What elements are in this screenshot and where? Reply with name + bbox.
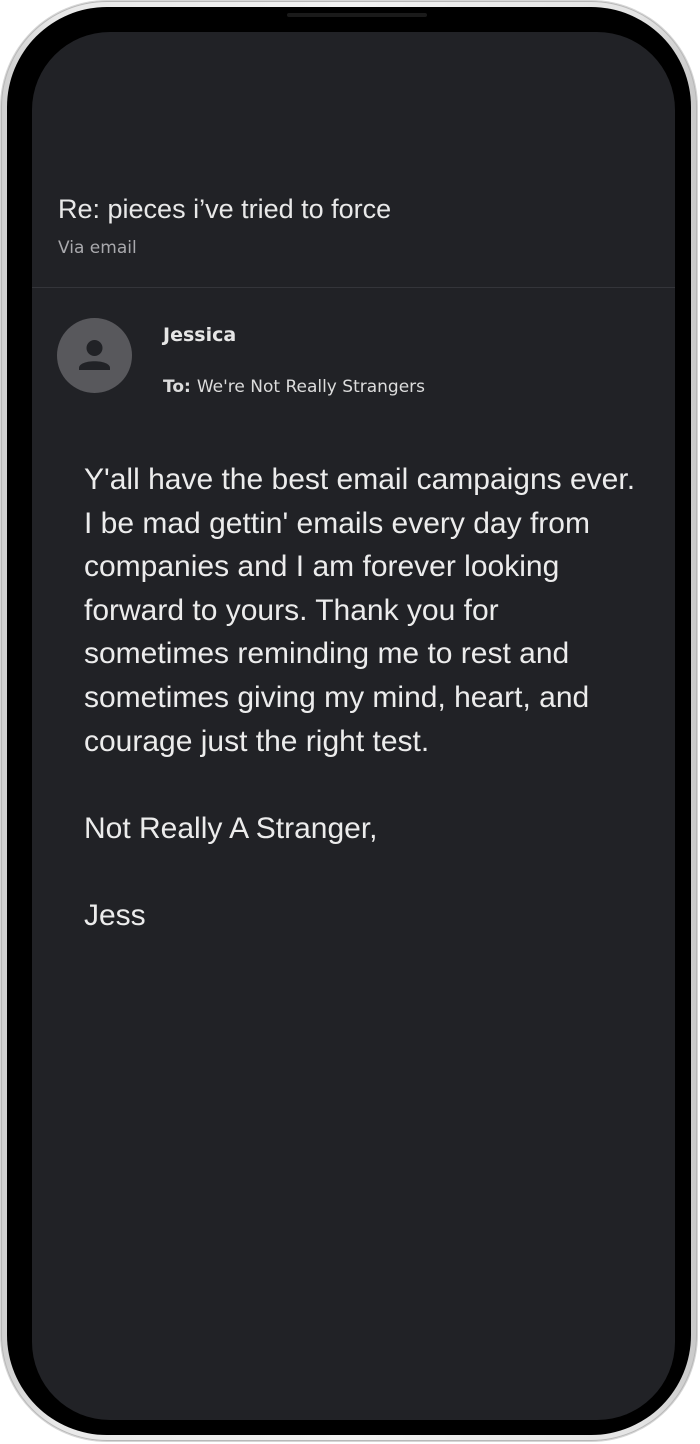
email-body-paragraph: Y'all have the best email campaigns ever…	[84, 463, 636, 758]
email-signature: Jess	[84, 898, 146, 932]
email-body: Y'all have the best email campaigns ever…	[84, 458, 644, 938]
email-subject: Re: pieces i’ve tried to force	[58, 194, 392, 224]
email-source-label: Via email	[58, 238, 137, 258]
recipient-name[interactable]: We're Not Really Strangers	[197, 377, 425, 397]
email-signoff: Not Really A Stranger,	[84, 811, 378, 845]
email-screen: Re: pieces i’ve tried to force Via email…	[32, 32, 675, 1420]
person-icon	[79, 340, 110, 370]
recipient-line: To: We're Not Really Strangers	[163, 377, 425, 397]
sender-name[interactable]: Jessica	[163, 324, 236, 346]
sender-avatar[interactable]	[57, 318, 132, 393]
recipient-label: To:	[163, 377, 191, 397]
header-divider	[32, 287, 675, 288]
sensor-bar	[287, 13, 427, 17]
